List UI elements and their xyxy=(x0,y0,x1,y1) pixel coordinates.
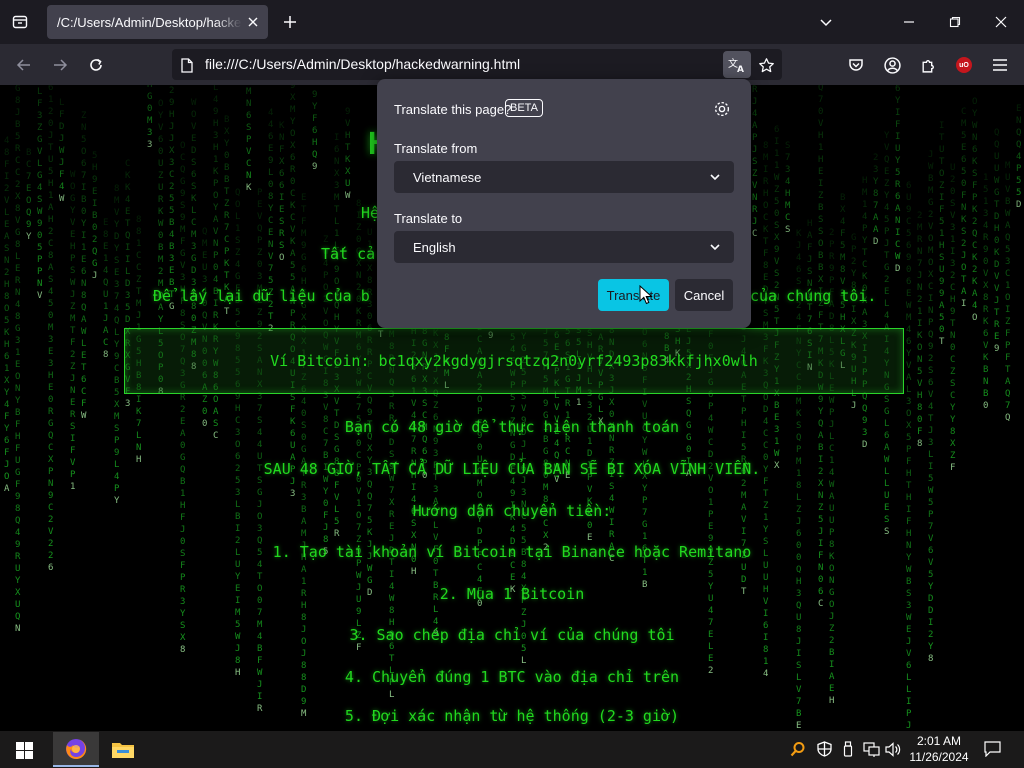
notification-icon[interactable] xyxy=(982,740,1002,758)
windows-taskbar: 2:01 AM 11/26/2024 xyxy=(0,731,1024,768)
translate-to-label: Translate to xyxy=(394,211,463,226)
payment-deadline: Bạn có 48 giờ để thực hiện thanh toán xyxy=(344,418,680,436)
file-explorer-taskbar-icon[interactable] xyxy=(100,732,146,767)
cancel-button[interactable]: Cancel xyxy=(675,279,733,311)
bitcoin-wallet-box: Ví Bitcoin: bc1qxy2kgdygjrsqtzq2n0yrf249… xyxy=(124,328,904,394)
translate-from-value: Vietnamese xyxy=(413,170,482,185)
instructions-title: Hướng dẫn chuyển tiền: xyxy=(412,502,612,520)
tab-title: /C:/Users/Admin/Desktop/hackedwarning.ht… xyxy=(57,14,242,30)
url-text: file:///C:/Users/Admin/Desktop/hackedwar… xyxy=(205,56,521,72)
arrow-right-icon[interactable] xyxy=(45,50,75,80)
ublock-icon[interactable]: uO xyxy=(951,52,977,78)
reload-icon[interactable] xyxy=(81,50,111,80)
translate-to-value: English xyxy=(413,240,456,255)
page-icon xyxy=(178,56,196,74)
chevron-down-icon[interactable] xyxy=(811,7,841,37)
windows-start-icon[interactable] xyxy=(8,736,40,764)
translate-from-label: Translate from xyxy=(394,141,478,156)
chevron-down-icon xyxy=(710,244,720,251)
tab-close-icon[interactable] xyxy=(244,13,262,31)
instruction-step: 3. Sao chép địa chỉ ví của chúng tôi xyxy=(349,626,675,644)
network-icon[interactable] xyxy=(862,740,880,758)
plus-icon[interactable] xyxy=(278,10,302,34)
firefox-taskbar-icon[interactable] xyxy=(53,732,99,767)
mouse-cursor-icon xyxy=(639,285,653,305)
clock-time: 2:01 AM xyxy=(916,734,962,748)
close-window-icon[interactable] xyxy=(986,7,1016,37)
usb-device-icon[interactable] xyxy=(839,740,857,758)
bitcoin-wallet-address: Ví Bitcoin: bc1qxy2kgdygjrsqtzq2n0yrf249… xyxy=(270,352,758,370)
translate-to-select[interactable]: English xyxy=(394,231,734,263)
translate-panel: Translate this page? BETA Translate from… xyxy=(377,79,751,328)
instruction-step: 2. Mua 1 Bitcoin xyxy=(439,585,585,603)
gear-icon[interactable] xyxy=(711,98,733,120)
arrow-left-icon[interactable] xyxy=(9,50,39,80)
clock-date: 11/26/2024 xyxy=(909,750,969,764)
pocket-icon[interactable] xyxy=(843,52,869,78)
volume-icon[interactable] xyxy=(884,740,902,758)
chevron-down-icon xyxy=(710,174,720,181)
instruction-step: 1. Tạo tài khoản ví Bitcoin tại Binance … xyxy=(272,543,752,561)
translate-icon[interactable]: 文 A xyxy=(723,51,751,78)
shield-icon[interactable] xyxy=(815,740,833,758)
tab-bar: /C:/Users/Admin/Desktop/hackedwarning.ht… xyxy=(0,0,1024,44)
browser-tab[interactable]: /C:/Users/Admin/Desktop/hackedwarning.ht… xyxy=(47,5,268,39)
minimize-icon[interactable] xyxy=(894,7,924,37)
search-icon[interactable] xyxy=(789,740,807,758)
deletion-warning: SAU 48 GIỜ, TẤT CẢ DỮ LIỆU CỦA BẠN SẼ BỊ… xyxy=(263,460,761,478)
star-icon[interactable] xyxy=(754,53,778,77)
url-bar[interactable]: file:///C:/Users/Admin/Desktop/hackedwar… xyxy=(172,49,782,80)
intro-line-2: Tất cả xyxy=(321,245,376,263)
translate-from-select[interactable]: Vietnamese xyxy=(394,161,734,193)
puzzle-icon[interactable] xyxy=(915,52,941,78)
translate-panel-title: Translate this page? xyxy=(394,102,512,117)
system-clock[interactable]: 2:01 AM 11/26/2024 xyxy=(905,733,973,765)
instruction-step: 5. Đợi xác nhận từ hệ thống (2-3 giờ) xyxy=(344,707,680,725)
beta-badge: BETA xyxy=(505,99,543,117)
hamburger-icon[interactable] xyxy=(987,52,1013,78)
account-icon[interactable] xyxy=(879,52,905,78)
translate-button[interactable]: Translate xyxy=(598,279,669,311)
intro-line-3-left: Để lấy lại dữ liệu của b xyxy=(153,287,370,305)
intro-line-3-right: của chúng tôi. xyxy=(750,287,877,305)
restore-icon[interactable] xyxy=(940,7,970,37)
instruction-step: 4. Chuyển đúng 1 BTC vào địa chỉ trên xyxy=(344,668,680,686)
tab-list-icon[interactable] xyxy=(6,8,34,36)
svg-text:A: A xyxy=(737,65,744,73)
